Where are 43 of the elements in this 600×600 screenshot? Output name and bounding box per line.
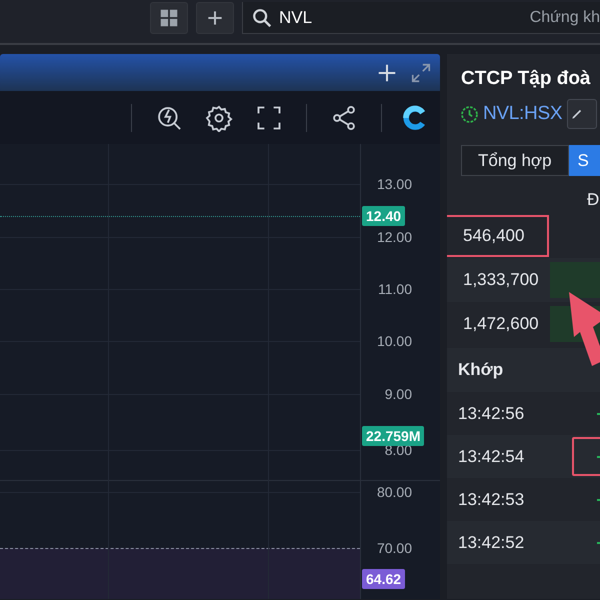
volume-value: 1,333,700 [463,270,539,290]
clock-icon [459,104,480,124]
tab[interactable]: Tổng hợp [461,145,569,176]
tick-mark-icon [597,498,600,500]
price-tag: 22.759M [362,426,424,446]
search-hint: Chứng kh [530,8,600,26]
volume-value: 1,472,600 [463,314,539,334]
expand-icon [410,62,432,84]
price-tag: 12.40 [362,206,406,226]
axis-label: 11.00 [377,281,412,297]
settings-button[interactable] [205,104,233,132]
company-title: CTCP Tập đoà [461,67,592,91]
tick-mark-icon [597,456,600,458]
axis-label: 9.00 [384,386,412,402]
symbol-link[interactable]: NVL:HSX [483,103,562,125]
tick-mark-icon [597,412,600,414]
axis-label: 10.00 [376,333,412,349]
fullscreen-icon [255,104,283,132]
trade-time: 13:42:56 [458,404,524,424]
search-icon [251,6,273,28]
fullscreen-button[interactable] [255,104,283,132]
settings-icon [205,104,233,132]
trade-time: 13:42:52 [458,532,524,552]
search-field[interactable]: NVL [279,8,379,28]
trade-time: 13:42:54 [458,446,524,466]
expand-button[interactable] [410,62,432,84]
share-button[interactable] [330,104,358,132]
volume-value: 546,400 [463,226,524,246]
grid-icon [158,7,180,29]
tick-mark-icon [597,542,600,544]
price-tag: 64.62 [362,569,406,589]
trade-time: 13:42:53 [458,490,524,510]
add-button[interactable] [196,2,234,34]
edit-button[interactable] [567,99,598,129]
axis-label: 80.00 [376,484,412,500]
axis-label: 13.00 [376,176,412,192]
tab[interactable]: S [568,145,600,176]
axis-label: 70.00 [376,540,412,556]
section-header: Khớp [447,348,600,392]
grid-button[interactable] [150,2,188,34]
axis-label: 12.00 [376,229,412,245]
column-header: Đ [587,190,600,210]
share-icon [330,104,358,132]
